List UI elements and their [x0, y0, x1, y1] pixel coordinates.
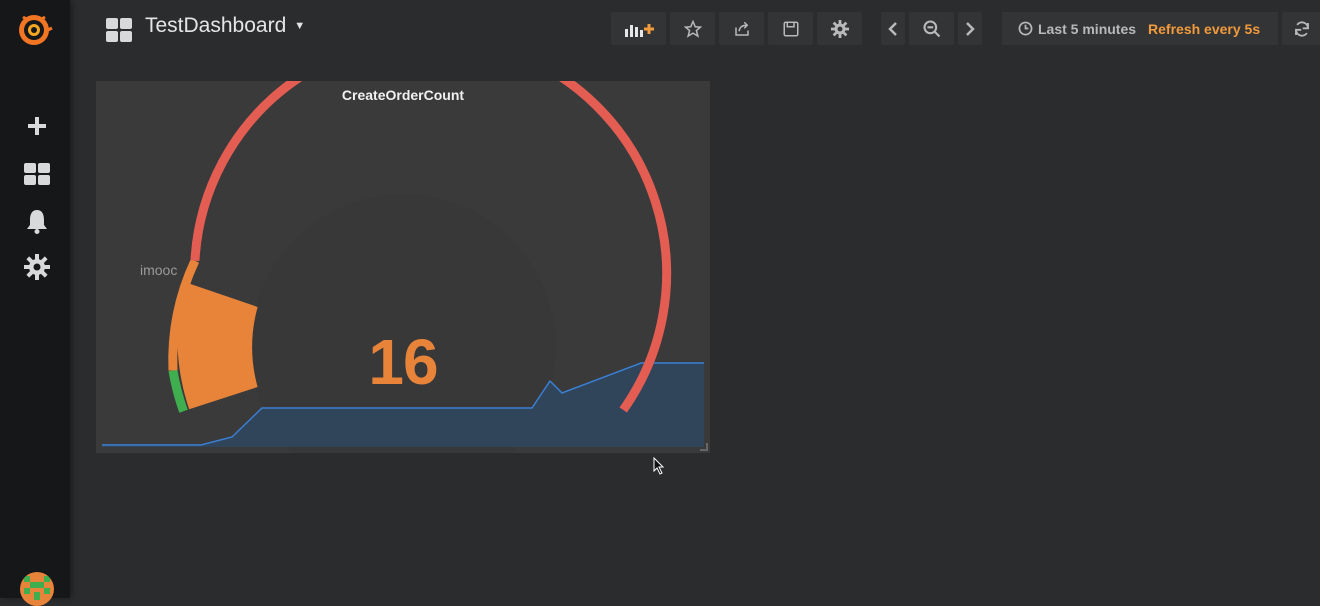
avatar[interactable] [20, 572, 54, 606]
star-icon [683, 19, 702, 38]
share-icon [734, 21, 749, 36]
refresh-interval-label: Refresh every 5s [1148, 20, 1261, 37]
refresh-icon [1295, 20, 1309, 37]
share-button[interactable] [719, 12, 764, 45]
zoom-out-button[interactable] [909, 12, 954, 45]
save-button[interactable] [768, 12, 813, 45]
add-panel-button[interactable] [611, 12, 666, 45]
gauge-value-fill [177, 281, 258, 410]
time-back-button[interactable] [881, 12, 905, 45]
series-label: imooc [140, 262, 178, 278]
zoom-out-icon [922, 19, 940, 37]
plus-icon[interactable] [22, 111, 52, 141]
time-forward-button[interactable] [958, 12, 982, 45]
dashboard-title: TestDashboard [145, 14, 287, 37]
time-range-label: Last 5 minutes [1038, 20, 1137, 37]
panel-resize-handle[interactable] [700, 443, 708, 451]
grafana-logo-icon[interactable] [15, 11, 53, 49]
bell-icon[interactable] [22, 206, 52, 236]
dashboards-icon [106, 18, 132, 42]
chevron-left-icon [888, 21, 897, 36]
save-icon [783, 21, 798, 36]
top-navbar: TestDashboard ▼ Last 5 minutes Refresh e… [70, 0, 1320, 58]
mouse-cursor-icon [653, 456, 665, 480]
dashboard-title-picker[interactable]: TestDashboard ▼ [145, 14, 305, 38]
dashboards-icon[interactable] [22, 159, 52, 189]
time-picker[interactable]: Last 5 minutes Refresh every 5s [1002, 12, 1278, 45]
chevron-right-icon [966, 21, 975, 36]
settings-button[interactable] [817, 12, 862, 45]
star-button[interactable] [670, 12, 715, 45]
panel-createordercount[interactable]: CreateOrderCount imooc 16 [96, 81, 710, 453]
sidebar [0, 0, 70, 606]
refresh-button[interactable] [1282, 12, 1320, 45]
gear-icon [830, 19, 849, 38]
stat-value: 16 [368, 326, 438, 398]
caret-down-icon: ▼ [294, 20, 306, 32]
clock-icon [1018, 21, 1033, 36]
gear-icon[interactable] [22, 252, 52, 282]
add-panel-icon [624, 23, 654, 37]
